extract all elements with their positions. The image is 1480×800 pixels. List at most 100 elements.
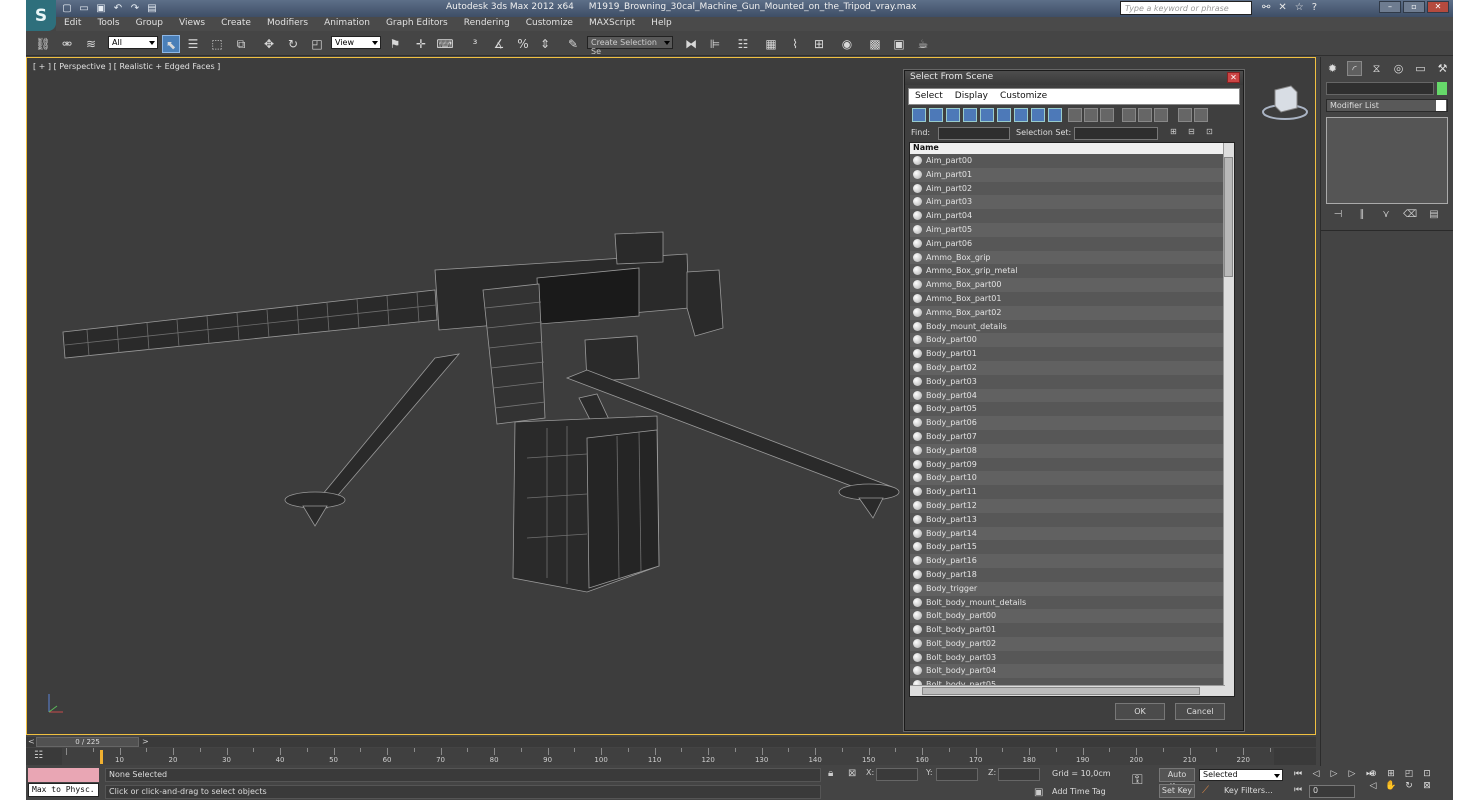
exchange-icon[interactable]: ✕ bbox=[1278, 2, 1286, 13]
absolute-mode-icon[interactable]: ⊠ bbox=[848, 768, 856, 779]
maxscript-mini-listener[interactable]: Max to Physc. bbox=[28, 783, 99, 797]
zoom-all-icon[interactable]: ⊞ bbox=[1384, 769, 1398, 779]
list-item[interactable]: Body_part12 bbox=[910, 498, 1224, 513]
make-unique-icon[interactable]: ⋎ bbox=[1379, 209, 1393, 220]
display-children-icon[interactable] bbox=[1194, 108, 1208, 122]
menu-modifiers[interactable]: Modifiers bbox=[259, 17, 316, 31]
remove-selection-set-icon[interactable]: ⊟ bbox=[1188, 127, 1195, 136]
play-icon[interactable]: ▷ bbox=[1327, 769, 1341, 779]
next-frame-icon[interactable]: > bbox=[142, 737, 149, 746]
key-mode-dropdown[interactable]: Selected bbox=[1199, 769, 1283, 781]
utilities-tab-icon[interactable]: ⚒ bbox=[1435, 61, 1450, 76]
xrefs-filter-icon[interactable] bbox=[1031, 108, 1045, 122]
frame-ruler[interactable]: 10 20 30 40 50 60 70 80 90 100 110 120 130 140 150 160 1… bbox=[62, 748, 1274, 765]
list-item[interactable]: Ammo_Box_part02 bbox=[910, 305, 1224, 320]
list-item[interactable]: Aim_part01 bbox=[910, 167, 1224, 182]
list-item[interactable]: Body_mount_details bbox=[910, 319, 1224, 334]
set-key-button[interactable]: Set Key bbox=[1159, 784, 1195, 798]
display-invert-icon[interactable] bbox=[1100, 108, 1114, 122]
selection-filter-dropdown[interactable]: All bbox=[108, 36, 158, 49]
list-item[interactable]: Bolt_body_part04 bbox=[910, 664, 1224, 679]
favorites-icon[interactable]: ☆ bbox=[1295, 2, 1304, 13]
menu-create[interactable]: Create bbox=[213, 17, 259, 31]
align-icon[interactable]: ⊫ bbox=[706, 35, 724, 53]
orbit-icon[interactable]: ↻ bbox=[1402, 781, 1416, 791]
list-horizontal-scrollbar[interactable] bbox=[910, 685, 1225, 696]
zoom-extents-all-icon[interactable]: ⊡ bbox=[1420, 769, 1434, 779]
select-manipulate-icon[interactable]: ✛ bbox=[412, 35, 430, 53]
minimize-button[interactable]: – bbox=[1379, 1, 1401, 13]
pan-icon[interactable]: ✋ bbox=[1384, 781, 1398, 791]
list-item[interactable]: Aim_part02 bbox=[910, 181, 1224, 196]
list-item[interactable]: Aim_part03 bbox=[910, 195, 1224, 210]
curve-editor-icon[interactable]: ⌇ bbox=[786, 35, 804, 53]
helpers-filter-icon[interactable] bbox=[980, 108, 994, 122]
named-selection-dropdown[interactable]: Create Selection Se bbox=[587, 36, 673, 56]
modifier-stack[interactable] bbox=[1326, 117, 1448, 204]
list-item[interactable]: Body_part05 bbox=[910, 402, 1224, 417]
menu-tools[interactable]: Tools bbox=[89, 17, 127, 31]
schematic-view-icon[interactable]: ⊞ bbox=[810, 35, 828, 53]
go-to-start-icon[interactable]: ⏮ bbox=[1291, 769, 1305, 779]
list-item[interactable]: Body_trigger bbox=[910, 581, 1224, 596]
window-crossing-icon[interactable]: ⧉ bbox=[232, 35, 250, 53]
list-item[interactable]: Aim_part00 bbox=[910, 154, 1224, 168]
find-input[interactable] bbox=[938, 127, 1010, 140]
list-item[interactable]: Ammo_Box_grip bbox=[910, 250, 1224, 265]
track-bar[interactable]: ☷ 10 20 30 40 50 60 70 80 90 100 110 120 130 140 150 16… bbox=[26, 748, 1316, 765]
list-item[interactable]: Bolt_body_mount_details bbox=[910, 595, 1224, 610]
ok-button[interactable]: OK bbox=[1115, 703, 1165, 720]
lights-filter-icon[interactable] bbox=[946, 108, 960, 122]
viewcube-icon[interactable] bbox=[1261, 82, 1309, 122]
mirror-icon[interactable]: ⧓ bbox=[682, 35, 700, 53]
remove-modifier-icon[interactable]: ⌫ bbox=[1403, 209, 1417, 220]
new-file-icon[interactable]: ▢ bbox=[60, 2, 74, 15]
horizontal-scroll-thumb[interactable] bbox=[922, 687, 1200, 695]
maximize-viewport-icon[interactable]: ⊠ bbox=[1420, 781, 1434, 791]
modifier-list-dropdown[interactable]: Modifier List bbox=[1326, 99, 1448, 112]
time-tag-icon[interactable]: ▣ bbox=[1034, 787, 1043, 798]
dialog-menu-display[interactable]: Display bbox=[949, 89, 994, 104]
selection-set-dropdown[interactable] bbox=[1074, 127, 1158, 140]
list-item[interactable]: Body_part06 bbox=[910, 416, 1224, 430]
list-item[interactable]: Ammo_Box_part00 bbox=[910, 278, 1224, 292]
menu-group[interactable]: Group bbox=[128, 17, 171, 31]
auto-key-button[interactable]: Auto Key bbox=[1159, 768, 1195, 791]
time-slider[interactable]: 0 / 225 bbox=[36, 737, 139, 747]
cancel-button[interactable]: Cancel bbox=[1175, 703, 1225, 720]
close-window-button[interactable]: ✕ bbox=[1427, 1, 1449, 13]
menu-edit[interactable]: Edit bbox=[56, 17, 89, 31]
3dsmax-logo-icon[interactable]: S bbox=[26, 0, 56, 31]
object-name-field[interactable] bbox=[1326, 82, 1434, 95]
list-item[interactable]: Body_part13 bbox=[910, 512, 1224, 527]
bind-spacewarp-icon[interactable]: ≋ bbox=[82, 35, 100, 53]
zoom-icon[interactable]: ⊕ bbox=[1366, 769, 1380, 779]
reference-coordinate-dropdown[interactable]: View bbox=[331, 36, 381, 49]
list-vertical-scrollbar[interactable] bbox=[1223, 143, 1234, 696]
edit-selection-set-icon[interactable]: ⊡ bbox=[1206, 127, 1213, 136]
maxscript-listener-output[interactable] bbox=[28, 768, 99, 782]
bones-filter-icon[interactable] bbox=[1048, 108, 1062, 122]
list-item[interactable]: Body_part07 bbox=[910, 429, 1224, 444]
next-key-icon[interactable]: ▷ bbox=[1345, 769, 1359, 779]
shapes-filter-icon[interactable] bbox=[929, 108, 943, 122]
list-item[interactable]: Body_part09 bbox=[910, 457, 1224, 472]
prev-key-icon[interactable]: ◁ bbox=[1309, 769, 1323, 779]
link-icon[interactable]: ⛓ bbox=[34, 35, 52, 53]
select-all-icon[interactable] bbox=[1122, 108, 1136, 122]
display-tab-icon[interactable]: ▭ bbox=[1413, 61, 1428, 76]
edit-named-selection-icon[interactable]: ✎ bbox=[564, 35, 582, 53]
list-item[interactable]: Body_part11 bbox=[910, 485, 1224, 499]
keyboard-shortcut-icon[interactable]: ⌨ bbox=[436, 35, 454, 53]
list-item[interactable]: Aim_part06 bbox=[910, 236, 1224, 251]
filter-icon[interactable] bbox=[1178, 108, 1192, 122]
object-color-swatch[interactable] bbox=[1437, 82, 1447, 95]
binoculars-icon[interactable]: ⚯ bbox=[1262, 2, 1270, 13]
add-time-tag[interactable]: Add Time Tag bbox=[1052, 787, 1106, 796]
maximize-button[interactable]: ▫ bbox=[1403, 1, 1425, 13]
display-all-icon[interactable] bbox=[1068, 108, 1082, 122]
search-input[interactable]: Type a keyword or phrase bbox=[1120, 1, 1252, 15]
list-item[interactable]: Aim_part04 bbox=[910, 209, 1224, 223]
list-item[interactable]: Body_part14 bbox=[910, 526, 1224, 541]
list-item[interactable]: Aim_part05 bbox=[910, 222, 1224, 237]
